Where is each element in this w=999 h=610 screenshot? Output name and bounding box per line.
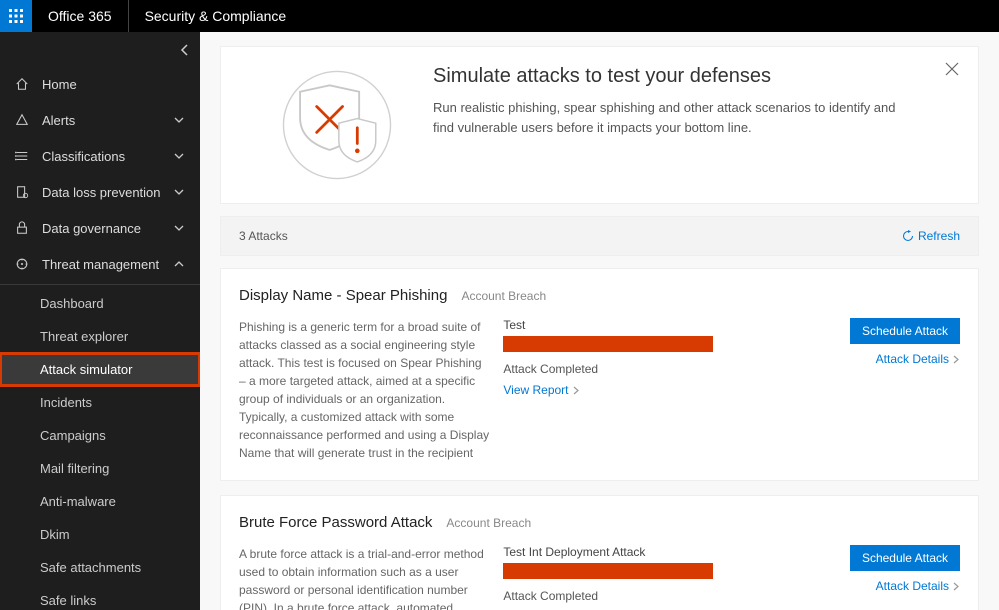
attack-title: Display Name - Spear Phishing: [239, 287, 447, 304]
sidebar-sub-label: Threat explorer: [40, 329, 128, 344]
refresh-label: Refresh: [918, 229, 960, 243]
sidebar-sub-label: Campaigns: [40, 428, 106, 443]
sidebar-sub-anti-malware[interactable]: Anti-malware: [0, 485, 200, 518]
attack-instance-name: Test: [503, 318, 803, 332]
close-icon: [944, 61, 960, 77]
chevron-down-icon: [172, 223, 186, 233]
sidebar-item-label: Data loss prevention: [42, 185, 172, 200]
waffle-icon: [9, 9, 23, 23]
chevron-down-icon: [172, 115, 186, 125]
attack-description: A brute force attack is a trial-and-erro…: [239, 545, 491, 610]
attack-status: Attack Completed: [503, 362, 803, 376]
sidebar-item-alerts[interactable]: Alerts: [0, 102, 200, 138]
link-label: Attack Details: [876, 579, 949, 593]
home-icon: [14, 76, 30, 92]
sidebar-sub-label: Mail filtering: [40, 461, 109, 476]
redacted-bar: [503, 563, 713, 579]
attack-details-link[interactable]: Attack Details: [876, 579, 960, 593]
classifications-icon: [14, 148, 30, 164]
brand-label[interactable]: Office 365: [32, 0, 129, 32]
sidebar-sub-dashboard[interactable]: Dashboard: [0, 287, 200, 320]
close-button[interactable]: [944, 61, 960, 77]
sidebar-sub-label: Anti-malware: [40, 494, 116, 509]
attack-card: Brute Force Password Attack Account Brea…: [220, 495, 979, 610]
divider: [0, 284, 200, 285]
sidebar-sub-attack-simulator[interactable]: Attack simulator: [0, 353, 200, 386]
sidebar-item-dlp[interactable]: Data loss prevention: [0, 174, 200, 210]
view-report-link[interactable]: View Report: [503, 383, 579, 397]
refresh-button[interactable]: Refresh: [902, 229, 960, 243]
attack-details-link[interactable]: Attack Details: [876, 352, 960, 366]
shield-illustration-icon: [272, 65, 402, 185]
sidebar-sub-safe-links[interactable]: Safe links: [0, 584, 200, 610]
attack-title: Brute Force Password Attack: [239, 514, 432, 531]
link-label: View Report: [503, 383, 568, 397]
topbar: Office 365 Security & Compliance: [0, 0, 999, 32]
lock-icon: [14, 220, 30, 236]
sidebar-item-label: Data governance: [42, 221, 172, 236]
sidebar-item-threat-management[interactable]: Threat management: [0, 246, 200, 282]
sidebar-sub-threat-explorer[interactable]: Threat explorer: [0, 320, 200, 353]
chevron-up-icon: [172, 259, 186, 269]
sidebar: Home Alerts Classifications Data loss pr…: [0, 32, 200, 610]
sidebar-item-label: Home: [42, 77, 186, 92]
sidebar-item-classifications[interactable]: Classifications: [0, 138, 200, 174]
threat-icon: [14, 256, 30, 272]
sidebar-sub-label: Dashboard: [40, 296, 104, 311]
main-content: Simulate attacks to test your defenses R…: [200, 32, 999, 610]
attack-description: Phishing is a generic term for a broad s…: [239, 318, 491, 462]
sidebar-sub-label: Incidents: [40, 395, 92, 410]
sidebar-sub-mail-filtering[interactable]: Mail filtering: [0, 452, 200, 485]
attack-status: Attack Completed: [503, 589, 803, 603]
sidebar-item-label: Threat management: [42, 257, 172, 272]
collapse-sidebar-button[interactable]: [180, 44, 190, 56]
sidebar-sub-label: Safe links: [40, 593, 96, 608]
schedule-attack-button[interactable]: Schedule Attack: [850, 545, 960, 571]
sidebar-sub-campaigns[interactable]: Campaigns: [0, 419, 200, 452]
sidebar-item-label: Classifications: [42, 149, 172, 164]
summary-bar: 3 Attacks Refresh: [220, 216, 979, 256]
attack-instance-name: Test Int Deployment Attack: [503, 545, 803, 559]
sidebar-sub-incidents[interactable]: Incidents: [0, 386, 200, 419]
sidebar-item-home[interactable]: Home: [0, 66, 200, 102]
info-illustration: [247, 65, 427, 185]
info-card: Simulate attacks to test your defenses R…: [220, 46, 979, 204]
link-label: Attack Details: [876, 352, 949, 366]
redacted-bar: [503, 336, 713, 352]
chevron-down-icon: [172, 187, 186, 197]
sidebar-sub-label: Attack simulator: [40, 362, 132, 377]
alert-icon: [14, 112, 30, 128]
chevron-down-icon: [172, 151, 186, 161]
info-description: Run realistic phishing, spear sphishing …: [433, 98, 913, 137]
attack-category: Account Breach: [461, 289, 546, 303]
app-launcher-button[interactable]: [0, 0, 32, 32]
schedule-attack-button[interactable]: Schedule Attack: [850, 318, 960, 344]
sidebar-sub-safe-attachments[interactable]: Safe attachments: [0, 551, 200, 584]
chevron-left-icon: [180, 44, 190, 56]
sidebar-sub-dkim[interactable]: Dkim: [0, 518, 200, 551]
suite-label[interactable]: Security & Compliance: [129, 0, 303, 32]
dlp-icon: [14, 184, 30, 200]
attack-category: Account Breach: [446, 516, 531, 530]
sidebar-sub-label: Dkim: [40, 527, 70, 542]
info-title: Simulate attacks to test your defenses: [433, 65, 952, 88]
chevron-right-icon: [572, 386, 580, 395]
attack-card: Display Name - Spear Phishing Account Br…: [220, 268, 979, 481]
chevron-right-icon: [952, 582, 960, 591]
chevron-right-icon: [952, 355, 960, 364]
refresh-icon: [902, 230, 914, 242]
sidebar-item-label: Alerts: [42, 113, 172, 128]
sidebar-item-data-governance[interactable]: Data governance: [0, 210, 200, 246]
sidebar-sub-label: Safe attachments: [40, 560, 141, 575]
attack-count-label: 3 Attacks: [239, 229, 288, 243]
